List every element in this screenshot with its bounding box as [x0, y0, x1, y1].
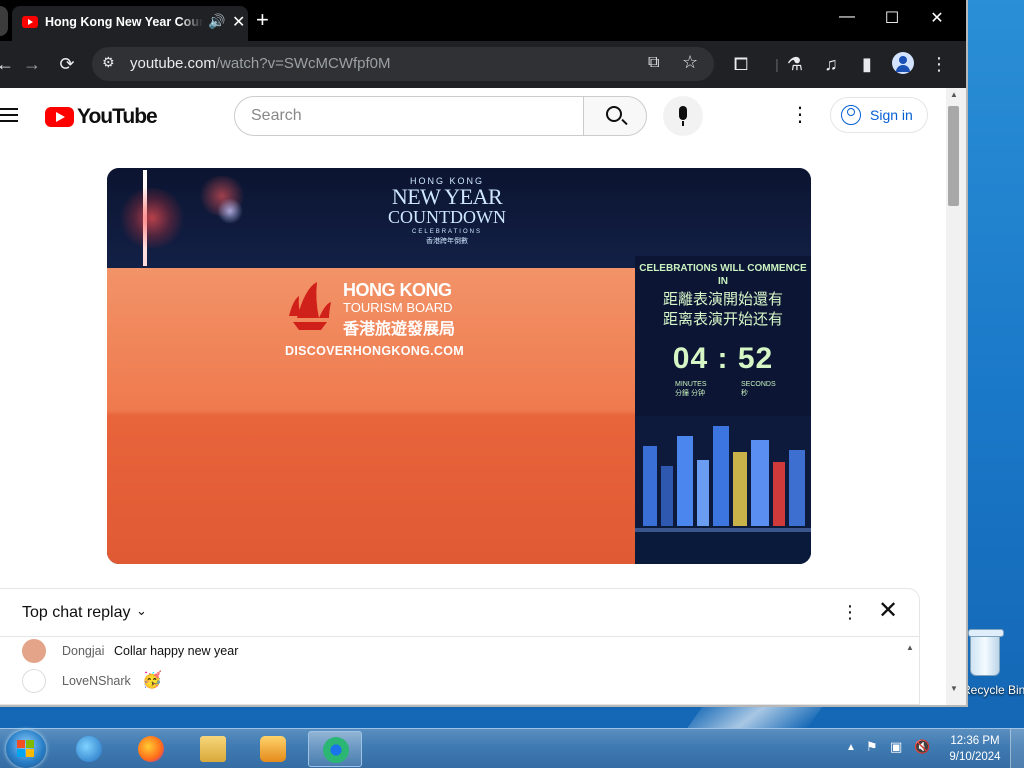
- url-text: youtube.com/watch?v=SWcMCWfpf0M: [130, 55, 391, 72]
- recycle-bin-label: Recycle Bin: [962, 683, 1024, 697]
- search-icon: [606, 106, 622, 122]
- scroll-up-icon[interactable]: ▲: [950, 90, 958, 99]
- countdown-timer: 04 : 52: [672, 342, 774, 375]
- search-button[interactable]: [583, 96, 647, 136]
- network-icon[interactable]: ▣: [890, 739, 902, 755]
- chat-header: Top chat replay ⌄ ⋮ ✕: [0, 589, 919, 637]
- chat-author[interactable]: LoveNShark: [62, 674, 131, 688]
- junk-boat-icon: [289, 282, 331, 330]
- media-player-icon: [260, 736, 286, 762]
- recycle-bin-icon: [968, 629, 1004, 676]
- chrome-menu-icon[interactable]: ⋮: [928, 53, 950, 75]
- firefox-icon: [138, 736, 164, 762]
- chevron-down-icon[interactable]: ⌄: [136, 603, 147, 619]
- avatar[interactable]: [22, 639, 46, 663]
- youtube-play-icon: [45, 107, 74, 127]
- youtube-favicon-icon: [22, 16, 38, 28]
- firework-burst: [117, 188, 187, 248]
- chat-scroll-up-icon[interactable]: ▲: [906, 643, 914, 652]
- tab-search-button[interactable]: [0, 6, 8, 36]
- back-icon[interactable]: ←: [0, 53, 16, 75]
- browser-window: Hong Kong New Year Countdown Celebration…: [0, 0, 968, 707]
- countdown-panel: CELEBRATIONS WILL COMMENCE IN 距離表演開始還有 距…: [635, 256, 811, 564]
- address-bar[interactable]: ⚙ youtube.com/watch?v=SWcMCWfpf0M ⧉ ☆: [92, 47, 714, 81]
- scroll-down-icon[interactable]: ▼: [950, 684, 958, 693]
- close-tab-icon[interactable]: ✕: [232, 12, 245, 32]
- taskbar-internet-explorer[interactable]: [62, 731, 116, 767]
- page-scrollbar[interactable]: ▲ ▼: [946, 88, 966, 705]
- search-placeholder: Search: [251, 107, 302, 124]
- chat-text: Collar happy new year: [114, 644, 239, 658]
- show-desktop-button[interactable]: [1010, 729, 1024, 768]
- account-icon: [841, 105, 861, 125]
- start-button[interactable]: [6, 730, 46, 768]
- extensions-icon[interactable]: ⧠: [730, 53, 752, 75]
- sign-in-label: Sign in: [870, 107, 913, 123]
- clock-time: 12:36 PM: [950, 735, 1000, 747]
- scrollbar-thumb[interactable]: [948, 106, 959, 206]
- taskbar-chrome[interactable]: [308, 731, 362, 767]
- forward-icon[interactable]: →: [21, 53, 43, 75]
- city-skyline: [635, 416, 811, 564]
- search-input[interactable]: Search: [234, 96, 584, 136]
- chat-more-icon[interactable]: ⋮: [840, 602, 860, 623]
- sponsor-url: DISCOVERHONGKONG.COM: [285, 344, 464, 358]
- system-tray: ▲ ⚑ ▣ 🔇 12:36 PM 9/10/2024: [840, 729, 1024, 768]
- tab-youtube[interactable]: Hong Kong New Year Countdown Celebration…: [12, 6, 248, 41]
- site-info-icon[interactable]: ⚙: [102, 54, 115, 71]
- avatar[interactable]: [22, 669, 46, 693]
- settings-more-icon[interactable]: ⋮: [790, 104, 810, 126]
- voice-search-button[interactable]: [663, 96, 703, 136]
- live-chat-replay: Top chat replay ⌄ ⋮ ✕ ▲ Dongjai Collar h…: [0, 588, 920, 705]
- action-center-flag-icon[interactable]: ⚑: [866, 739, 878, 755]
- side-panel-icon[interactable]: ▮: [856, 53, 878, 75]
- install-app-icon[interactable]: ⧉: [648, 54, 659, 72]
- volume-muted-icon[interactable]: 🔇: [914, 739, 930, 755]
- media-controls-icon[interactable]: ♫: [820, 53, 842, 75]
- event-title: HONG KONG NEW YEAR COUNTDOWN CELEBRATION…: [388, 176, 506, 245]
- audio-playing-icon[interactable]: 🔊: [208, 13, 225, 30]
- taskbar-firefox[interactable]: [124, 731, 178, 767]
- chat-mode-dropdown[interactable]: Top chat replay: [22, 604, 131, 622]
- new-tab-button[interactable]: +: [256, 8, 269, 32]
- close-window-button[interactable]: ✕: [922, 8, 952, 28]
- video-player[interactable]: HONG KONG NEW YEAR COUNTDOWN CELEBRATION…: [107, 168, 811, 564]
- tab-strip: Hong Kong New Year Countdown Celebration…: [0, 0, 966, 41]
- internet-explorer-icon: [76, 736, 102, 762]
- youtube-page: YouTube Search ⋮ Sign in HONG KONG NEW Y…: [0, 88, 946, 705]
- windows-flag-icon: [17, 740, 35, 758]
- youtube-header: YouTube Search ⋮ Sign in: [0, 88, 946, 144]
- maximize-button[interactable]: ☐: [877, 8, 907, 28]
- reload-icon[interactable]: ⟳: [56, 53, 78, 75]
- close-chat-icon[interactable]: ✕: [878, 599, 898, 623]
- taskbar-file-explorer[interactable]: [186, 731, 240, 767]
- chat-author[interactable]: Dongjai: [62, 644, 104, 658]
- commence-english: CELEBRATIONS WILL COMMENCE IN: [639, 263, 807, 287]
- firework-burst: [217, 198, 243, 224]
- profile-avatar-icon[interactable]: [892, 52, 914, 74]
- clock-date: 9/10/2024: [949, 751, 1001, 763]
- recycle-bin[interactable]: Recycle Bin: [962, 629, 1024, 702]
- chat-emoji: 🥳: [142, 672, 162, 689]
- microphone-icon: [679, 106, 687, 126]
- taskbar: ▲ ⚑ ▣ 🔇 12:36 PM 9/10/2024: [0, 728, 1024, 768]
- sign-in-button[interactable]: Sign in: [830, 97, 928, 133]
- show-hidden-icons-icon[interactable]: ▲: [846, 742, 856, 753]
- folder-icon: [200, 736, 226, 762]
- taskbar-media-player[interactable]: [246, 731, 300, 767]
- youtube-logo[interactable]: YouTube: [45, 105, 158, 129]
- commence-chinese: 距離表演開始還有 距离表演开始还有: [662, 291, 783, 328]
- minimize-button[interactable]: —: [832, 8, 862, 26]
- bookmark-star-icon[interactable]: ☆: [682, 52, 698, 73]
- youtube-wordmark: YouTube: [77, 105, 158, 128]
- tab-title: Hong Kong New Year Countdown Celebration…: [45, 15, 203, 29]
- browser-app-icon: [323, 737, 349, 763]
- labs-flask-icon[interactable]: ⚗: [784, 53, 806, 75]
- browser-toolbar: ← → ⟳ ⚙ youtube.com/watch?v=SWcMCWfpf0M …: [0, 41, 966, 88]
- guide-menu-icon[interactable]: [0, 108, 18, 122]
- system-clock[interactable]: 12:36 PM 9/10/2024: [940, 733, 1010, 765]
